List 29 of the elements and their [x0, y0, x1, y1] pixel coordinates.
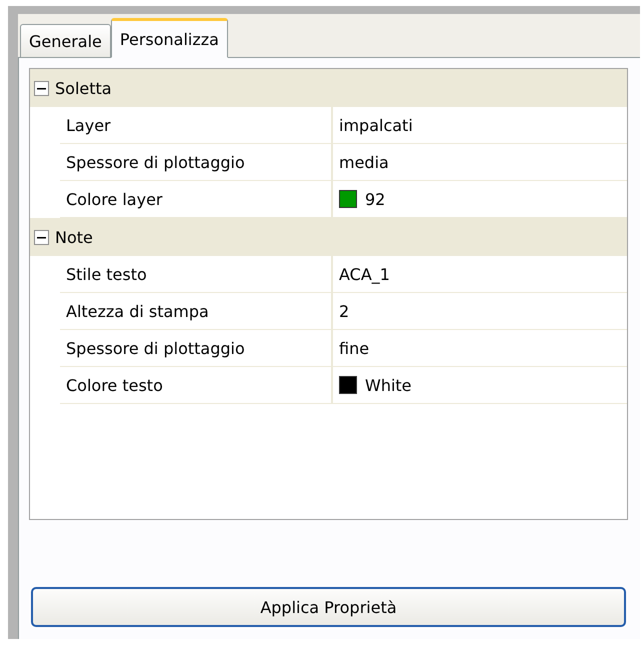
- property-value[interactable]: fine: [333, 330, 627, 366]
- apply-button[interactable]: Applica Proprietà: [31, 587, 626, 627]
- value-text: White: [365, 376, 412, 394]
- tab[interactable]: Generale: [20, 24, 111, 57]
- category-label: Soletta: [55, 78, 112, 98]
- property-name: Altezza di stampa: [60, 293, 333, 329]
- value-text: fine: [339, 338, 370, 358]
- tab[interactable]: Personalizza: [110, 18, 228, 58]
- property-name: Colore testo: [60, 367, 333, 403]
- property-value[interactable]: 2: [333, 293, 627, 329]
- value-text: impalcati: [339, 116, 413, 134]
- property-name: Layer: [60, 107, 333, 143]
- value-text: 92: [365, 190, 386, 208]
- property-value[interactable]: impalcati: [333, 107, 627, 143]
- category-row[interactable]: Soletta: [30, 69, 627, 107]
- property-name: Spessore di plottaggio: [60, 144, 333, 180]
- property-value[interactable]: ACA_1: [333, 256, 627, 292]
- value-text: 2: [339, 302, 350, 320]
- category-row[interactable]: Note: [30, 218, 627, 256]
- property-value[interactable]: media: [333, 144, 627, 180]
- property-name: Stile testo: [60, 256, 333, 292]
- value-text: ACA_1: [339, 264, 390, 284]
- collapse-icon[interactable]: [34, 230, 49, 244]
- property-name: Spessore di plottaggio: [60, 330, 333, 366]
- property-value[interactable]: White: [333, 367, 627, 403]
- value-text: media: [339, 152, 389, 172]
- category-label: Note: [55, 228, 93, 246]
- collapse-icon[interactable]: [34, 80, 49, 96]
- property-value[interactable]: 92: [333, 181, 627, 217]
